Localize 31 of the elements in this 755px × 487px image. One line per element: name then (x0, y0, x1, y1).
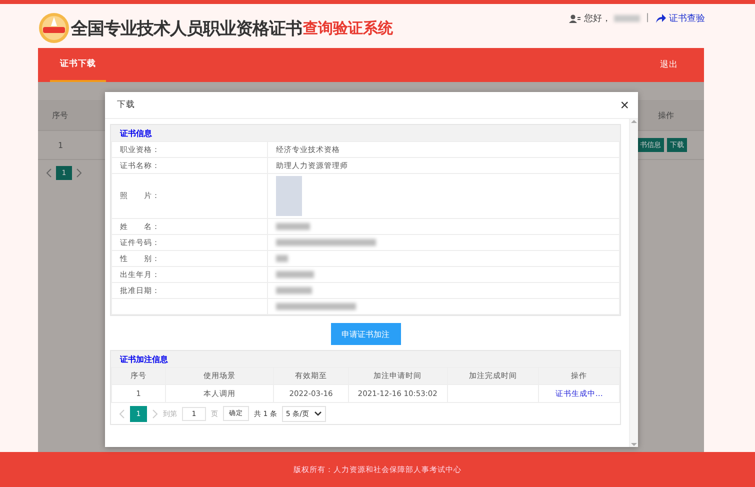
system-title: 查询验证系统 (303, 18, 393, 38)
close-button[interactable]: × (620, 98, 629, 112)
site-title: 全国专业技术人员职业资格证书 (71, 18, 302, 40)
chevron-left-icon (46, 168, 52, 178)
blurred-value (276, 223, 310, 230)
blurred-user-name (614, 14, 640, 22)
scroll-up-icon (631, 119, 637, 124)
blurred-value (276, 255, 288, 262)
logout-link[interactable]: 退出 (660, 59, 678, 71)
greeting-text: 您好， (584, 12, 611, 24)
user-icon (568, 14, 581, 22)
apply-annotation-button[interactable]: 申请证书加注 (330, 323, 400, 345)
chevron-left-icon (119, 408, 125, 418)
share-arrow-icon (655, 13, 666, 23)
chevron-down-icon (314, 411, 322, 416)
verify-link[interactable]: 证书查验 (669, 12, 705, 24)
scroll-down-icon (631, 442, 637, 447)
column-header: 序号 (52, 110, 68, 120)
blurred-value (276, 271, 314, 278)
section-title: 证书信息 (118, 128, 153, 140)
column-header: 操作 (658, 110, 674, 120)
table-cell: 1 (58, 140, 64, 150)
photo-placeholder (276, 176, 302, 216)
chevron-right-icon (76, 168, 82, 178)
chevron-right-icon (152, 408, 158, 418)
section-title: 证书加注信息 (118, 354, 169, 366)
scrollbar[interactable] (629, 119, 638, 447)
separator-text: | (646, 13, 649, 23)
logo-icon (38, 12, 70, 44)
blurred-value (276, 287, 312, 294)
dialog-title: 下载 (117, 99, 135, 111)
